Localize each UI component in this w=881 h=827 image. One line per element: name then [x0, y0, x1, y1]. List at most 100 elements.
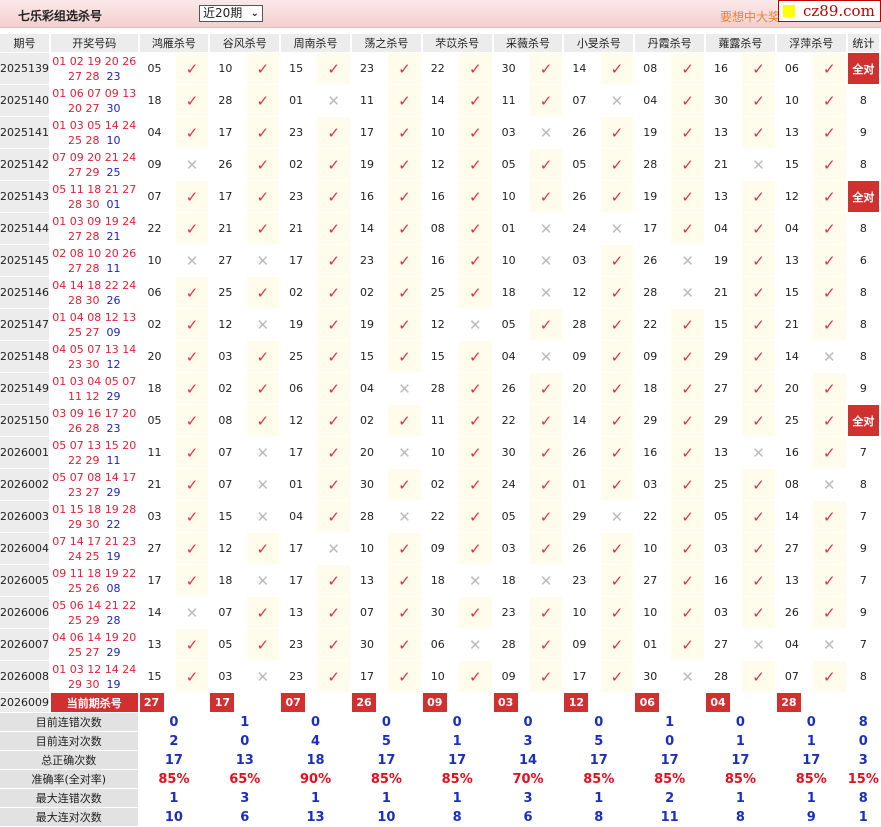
stats-label: 目前连错次数	[0, 713, 138, 731]
check-icon: ✓	[813, 437, 846, 468]
check-icon: ✓	[317, 181, 350, 212]
kill-number: 05	[501, 510, 516, 523]
red-balls: 04 14 18 22 24 28 30	[52, 278, 137, 307]
table-row: 2025147 01 04 08 12 13 25 27 09 02 ✓ 12 ✕ 19 ✓ 1…	[0, 309, 879, 340]
column-header[interactable]: 鸿雁杀号	[139, 34, 209, 52]
current-kill-number: 07	[281, 693, 306, 712]
site-logo[interactable]: cz89.com	[778, 0, 881, 22]
check-icon: ✓	[317, 565, 350, 596]
kill-number: 19	[359, 318, 374, 331]
issue-cell: 2025148	[0, 341, 49, 372]
kill-number: 09	[501, 670, 516, 683]
blue-ball: 21	[106, 229, 121, 243]
check-icon: ✓	[813, 373, 846, 404]
stats-row: 总正确次数 17 13 18 17 17 14 17 17 17 17 3	[0, 751, 879, 769]
blue-ball: 29	[106, 485, 121, 499]
current-kill-cell: 06	[635, 693, 704, 712]
kill-number: 20	[359, 446, 374, 459]
column-header[interactable]: 谷风杀号	[210, 34, 280, 52]
check-icon: ✓	[813, 245, 846, 276]
stats-value: 1	[169, 790, 179, 806]
kill-number: 17	[218, 190, 233, 203]
stats-value: 15%	[847, 771, 879, 787]
column-header[interactable]: 芣苡杀号	[422, 34, 492, 52]
kill-number: 09	[572, 350, 587, 363]
issue-cell: 2025142	[0, 149, 49, 180]
column-header[interactable]: 采薇杀号	[493, 34, 563, 52]
column-header[interactable]: 周南杀号	[281, 34, 350, 52]
stats-value: 17	[802, 752, 821, 768]
current-kill-number: 27	[139, 693, 164, 712]
red-balls: 01 04 08 12 13 25 27	[52, 310, 137, 339]
stats-value: 0	[240, 733, 250, 749]
stat-cell: 8	[859, 222, 867, 235]
cross-icon: ✕	[185, 251, 199, 270]
check-icon: ✓	[813, 661, 846, 692]
kill-number: 21	[289, 222, 304, 235]
check-icon: ✓	[317, 309, 350, 340]
kill-number: 21	[714, 286, 729, 299]
check-icon: ✓	[600, 149, 634, 180]
check-icon: ✓	[388, 117, 421, 148]
stats-label: 准确率(全对率)	[0, 770, 138, 788]
check-icon: ✓	[175, 501, 209, 532]
check-icon: ✓	[600, 53, 634, 84]
check-icon: ✓	[742, 309, 775, 340]
cross-icon: ✕	[327, 539, 340, 558]
stat-cell: 8	[859, 94, 867, 107]
current-kill-cell: 07	[281, 693, 350, 712]
check-icon: ✓	[742, 373, 775, 404]
column-header[interactable]: 蕹露杀号	[706, 34, 775, 52]
kill-number: 04	[289, 510, 304, 523]
stats-value: 3	[523, 790, 533, 806]
column-header[interactable]: 丹霞杀号	[635, 34, 705, 52]
check-icon: ✓	[458, 213, 492, 244]
kill-number: 29	[572, 510, 587, 523]
kill-number: 28	[359, 510, 374, 523]
table-row: 2025140 01 06 07 09 13 20 27 30 18 ✓ 28 ✓ 01 ✕ 1…	[0, 85, 879, 116]
kill-number: 14	[147, 606, 162, 619]
check-icon: ✓	[671, 469, 705, 500]
kill-number: 19	[714, 254, 729, 267]
kill-number: 22	[430, 510, 445, 523]
kill-number: 16	[430, 190, 445, 203]
column-header[interactable]: 小旻杀号	[564, 34, 634, 52]
kill-number: 10	[501, 254, 516, 267]
column-header[interactable]: 统计	[847, 34, 879, 52]
red-balls: 05 06 14 21 22 25 29	[52, 598, 137, 627]
check-icon: ✓	[600, 309, 634, 340]
cross-icon: ✕	[610, 91, 624, 110]
red-balls: 05 07 13 15 20 22 29	[52, 438, 137, 467]
kill-number: 25	[714, 478, 729, 491]
kill-number: 04	[643, 94, 658, 107]
column-header[interactable]: 荡之杀号	[351, 34, 421, 52]
check-icon: ✓	[671, 181, 705, 212]
column-header[interactable]: 期号	[0, 34, 49, 52]
red-balls: 01 03 05 14 24 25 28	[52, 118, 137, 147]
column-header[interactable]: 浮萍杀号	[776, 34, 846, 52]
cross-icon: ✕	[610, 219, 624, 238]
check-icon: ✓	[458, 373, 492, 404]
promo-text[interactable]: 要想中大奖	[720, 8, 780, 25]
check-icon: ✓	[317, 597, 350, 628]
kill-number: 05	[147, 414, 162, 427]
kill-number: 05	[147, 62, 162, 75]
check-icon: ✓	[388, 181, 421, 212]
check-icon: ✓	[600, 661, 634, 692]
stats-value: 6	[523, 809, 533, 825]
stats-value: 1	[806, 790, 816, 806]
check-icon: ✓	[175, 469, 209, 500]
cross-icon: ✕	[539, 347, 553, 366]
period-select[interactable]: 近20期 ⌄	[199, 5, 263, 22]
stats-value: 5	[594, 733, 604, 749]
current-kill-cell: 27	[139, 693, 209, 712]
column-header[interactable]: 开奖号码	[51, 34, 138, 52]
stat-cell: 7	[859, 638, 867, 651]
check-icon: ✓	[813, 213, 846, 244]
kill-number: 10	[784, 94, 799, 107]
kill-number: 02	[218, 382, 233, 395]
kill-number: 26	[572, 542, 587, 555]
check-icon: ✓	[175, 277, 209, 308]
check-icon: ✓	[458, 85, 492, 116]
kill-number: 17	[359, 670, 374, 683]
